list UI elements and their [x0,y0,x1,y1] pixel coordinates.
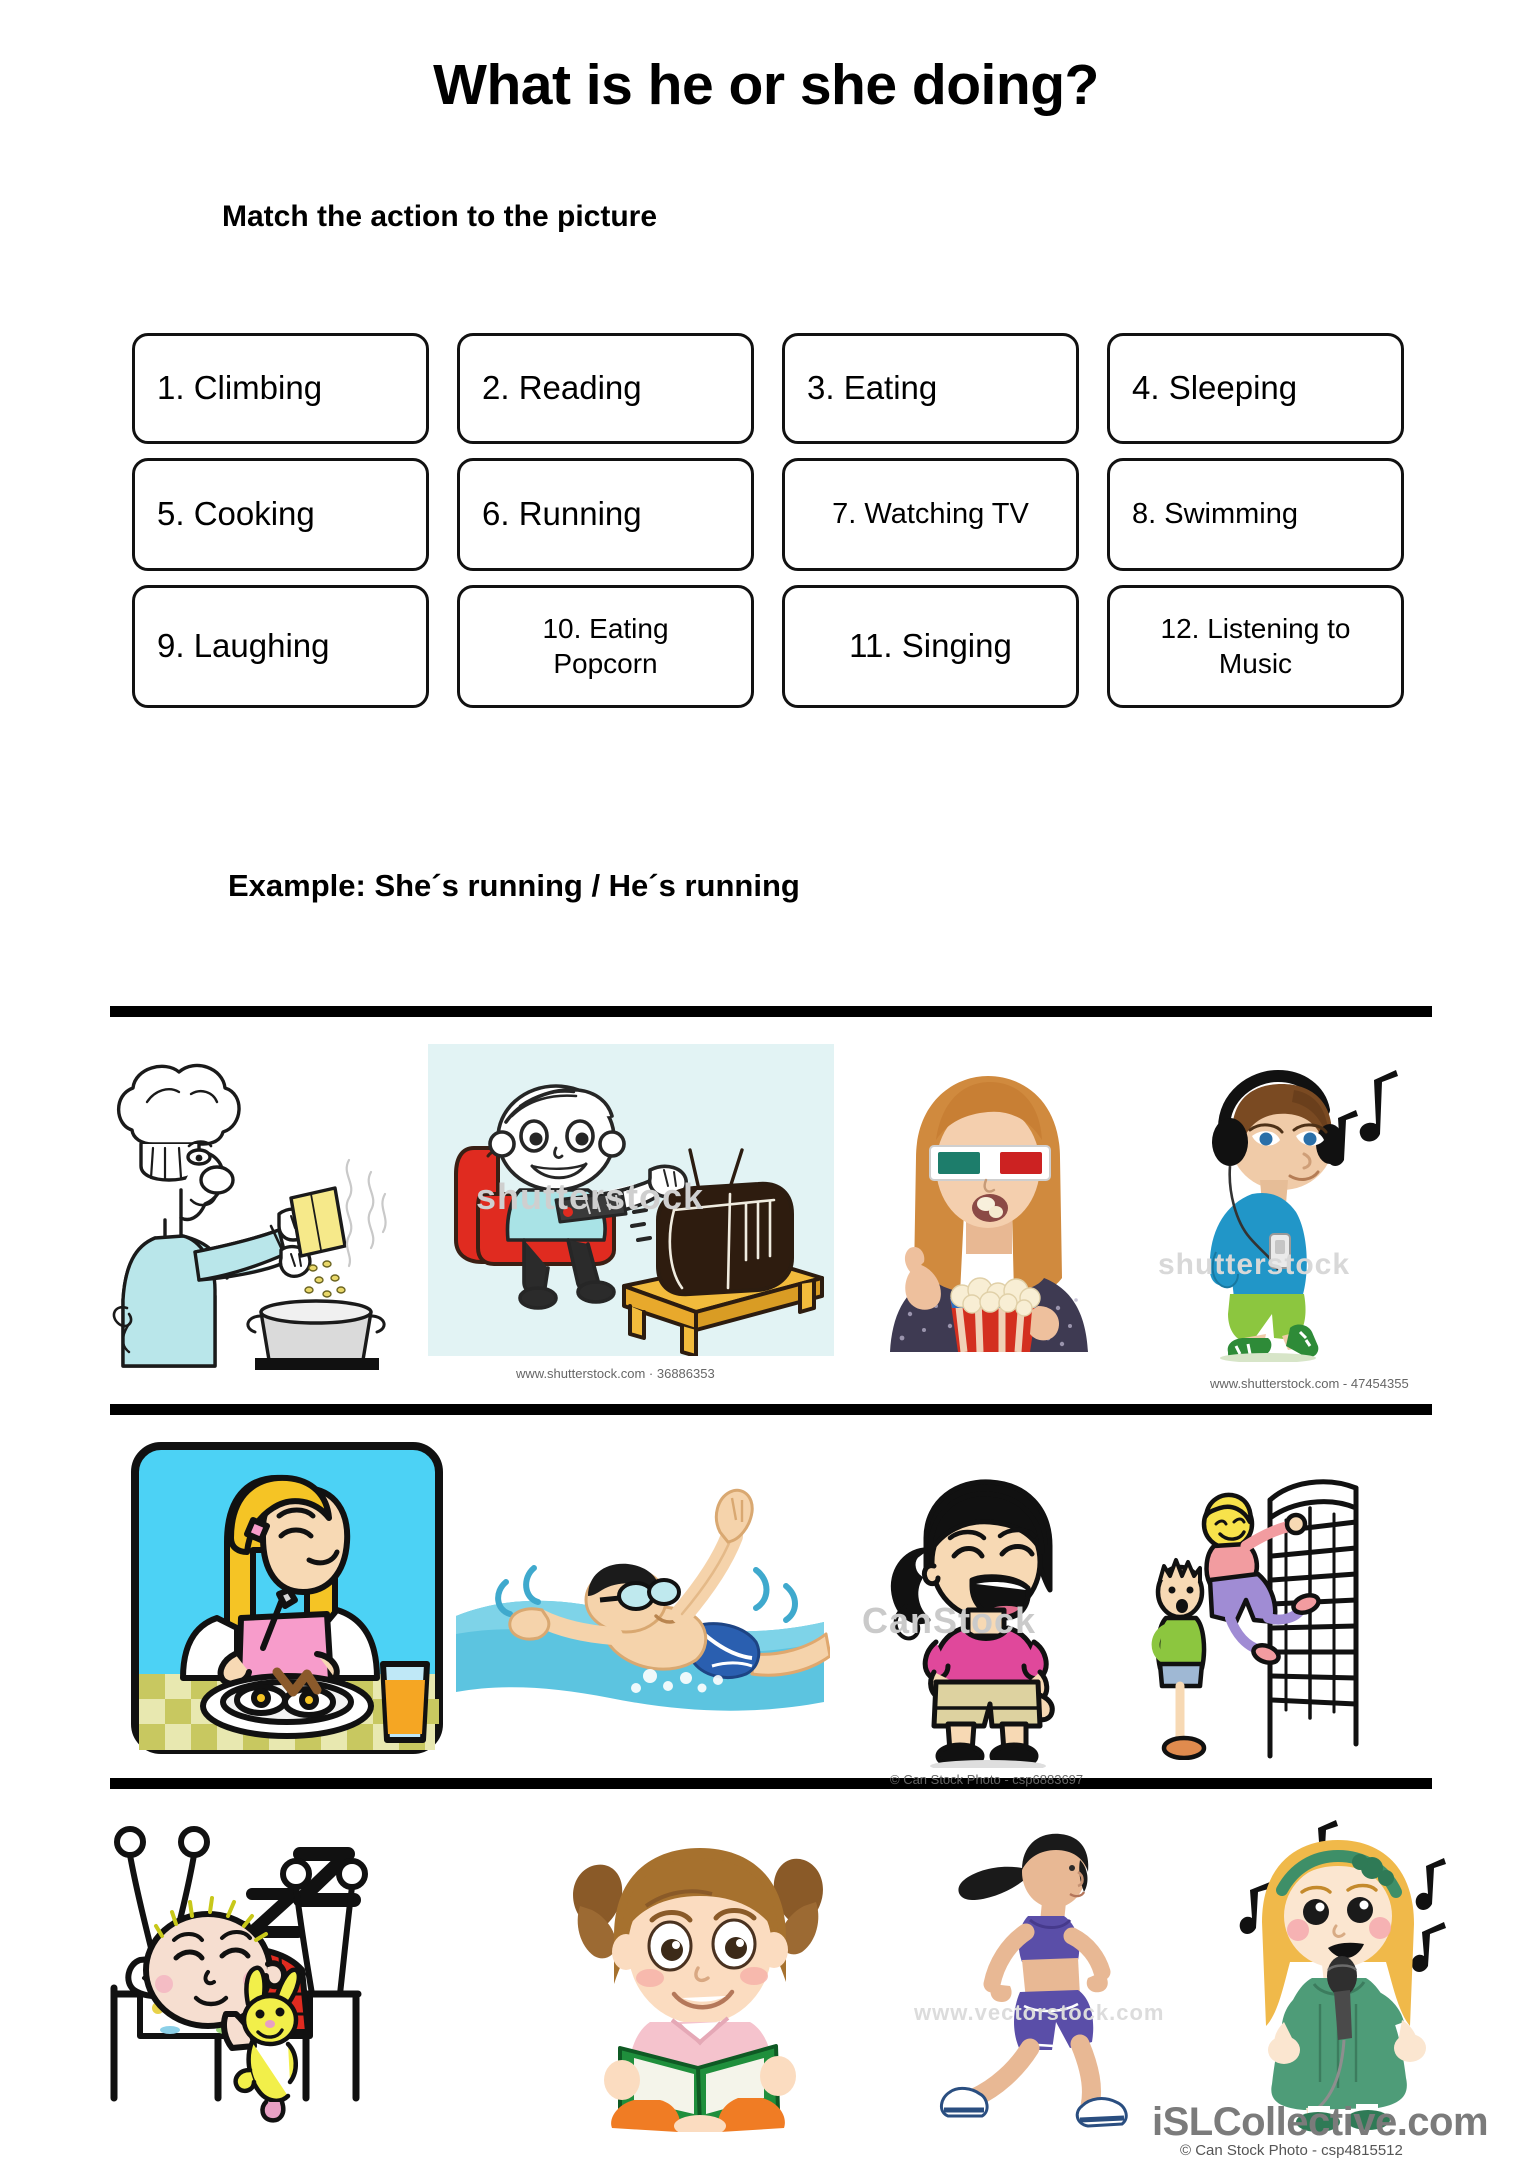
word-box-4[interactable]: 4. Sleeping [1107,333,1404,444]
word-box-label: 12. Listening to Music [1160,613,1351,679]
word-box-label: 10. Eating Popcorn [542,613,669,679]
word-box-label: 1. Climbing [157,369,323,407]
picture-girl-eating-popcorn [862,1062,1112,1352]
picture-girl-laughing: CanStock © Can Stock Photo - csp6883697 [862,1468,1100,1787]
word-box-label: 11. Singing [849,627,1012,665]
word-bank-row-1: 1. Climbing 2. Reading 3. Eating 4. Slee… [132,333,1432,458]
word-box-5[interactable]: 5. Cooking [132,458,429,571]
word-bank-grid: 1. Climbing 2. Reading 3. Eating 4. Slee… [132,333,1432,722]
word-box-8[interactable]: 8. Swimming [1107,458,1404,571]
word-box-label: 3. Eating [807,369,938,407]
word-box-12[interactable]: 12. Listening to Music [1107,585,1404,708]
picture-girl-eating [131,1442,443,1754]
picture-boy-watching-tv: shutterstock www.shutterstock.com · 3688… [428,1044,834,1381]
word-box-7[interactable]: 7. Watching TV [782,458,1079,571]
word-box-label: 5. Cooking [157,495,315,533]
divider-bar-1 [110,1006,1432,1017]
word-box-10[interactable]: 10. Eating Popcorn [457,585,754,708]
divider-bar-3 [110,1778,1432,1789]
page-title: What is he or she doing? [433,53,1099,117]
picture-boy-listening-music: shutterstock www.shutterstock.com - 4745… [1158,1062,1428,1391]
word-box-6[interactable]: 6. Running [457,458,754,571]
word-box-label: 6. Running [482,495,642,533]
word-bank-row-2: 5. Cooking 6. Running 7. Watching TV 8. … [132,458,1432,585]
word-box-1[interactable]: 1. Climbing [132,333,429,444]
picture-girl-singing [1210,1812,1470,2132]
word-box-11[interactable]: 11. Singing [782,585,1079,708]
picture-woman-running: www.vectorstock.com [914,1820,1190,2130]
word-box-3[interactable]: 3. Eating [782,333,1079,444]
picture-baby-sleeping [100,1808,450,2138]
word-bank-row-3: 9. Laughing 10. Eating Popcorn 11. Singi… [132,585,1432,722]
word-box-label: 7. Watching TV [832,497,1029,530]
word-box-label: 9. Laughing [157,627,330,665]
example-text: Example: She´s running / He´s running [228,868,800,903]
divider-bar-2 [110,1404,1432,1415]
word-box-label: 4. Sleeping [1132,369,1298,407]
picture-boy-swimming [450,1470,830,1740]
islcollective-watermark: iSLCollective.com [1152,2100,1489,2144]
picture-chef-cooking [95,1040,395,1370]
canstock-watermark-singing: © Can Stock Photo - csp4815512 [1180,2142,1403,2159]
word-box-2[interactable]: 2. Reading [457,333,754,444]
picture-kids-climbing [1150,1460,1420,1760]
instruction-text: Match the action to the picture [222,200,658,233]
picture-girl-reading [560,1832,840,2132]
shutterstock-watermark-tv: www.shutterstock.com · 36886353 [516,1366,715,1381]
worksheet-page: What is he or she doing? Match the actio… [0,0,1532,2167]
canstock-watermark-laughing: © Can Stock Photo - csp6883697 [890,1772,1084,1787]
word-box-9[interactable]: 9. Laughing [132,585,429,708]
shutterstock-watermark-music: www.shutterstock.com - 47454355 [1210,1376,1409,1391]
word-box-label: 2. Reading [482,369,642,407]
word-box-label: 8. Swimming [1132,497,1298,530]
